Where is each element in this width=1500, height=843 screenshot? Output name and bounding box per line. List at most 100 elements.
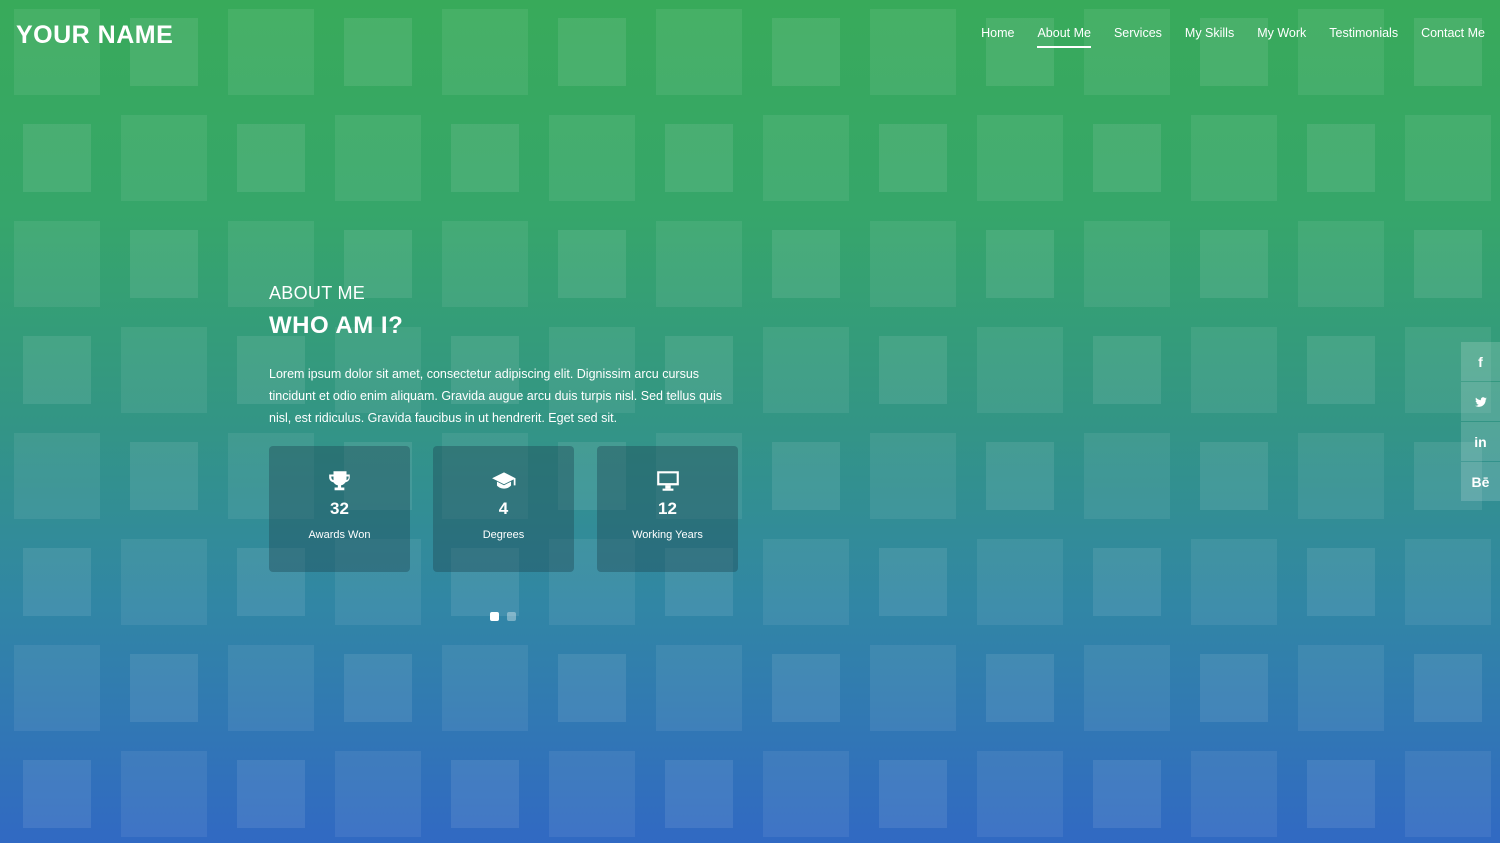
background-tile xyxy=(1200,442,1268,510)
background-tile xyxy=(1093,760,1161,828)
section-headline: WHO AM I? xyxy=(269,312,404,339)
stat-card-working-years: 12 Working Years xyxy=(597,446,738,572)
background-tile xyxy=(1307,548,1375,616)
background-tile xyxy=(1191,751,1277,837)
background-tile xyxy=(344,18,412,86)
background-tile xyxy=(763,327,849,413)
background-tile xyxy=(870,9,956,95)
background-tile xyxy=(442,645,528,731)
background-tile xyxy=(665,760,733,828)
background-tile xyxy=(335,115,421,201)
background-tile xyxy=(986,230,1054,298)
background-tile xyxy=(763,115,849,201)
background-tile xyxy=(1084,645,1170,731)
nav-contact-me[interactable]: Contact Me xyxy=(1421,24,1485,48)
background-tile xyxy=(1200,230,1268,298)
background-tile xyxy=(23,336,91,404)
background-tile xyxy=(1084,221,1170,307)
slider-dot-2[interactable] xyxy=(507,612,516,621)
linkedin-icon[interactable]: in xyxy=(1461,422,1500,461)
background-tile xyxy=(879,548,947,616)
background-tile xyxy=(772,18,840,86)
background-tile xyxy=(130,654,198,722)
background-tile xyxy=(23,124,91,192)
background-tile xyxy=(335,751,421,837)
about-section: ABOUT ME WHO AM I? Lorem ipsum dolor sit… xyxy=(269,282,749,429)
background-tile xyxy=(1298,433,1384,519)
background-tile xyxy=(1414,654,1482,722)
background-tile xyxy=(977,751,1063,837)
background-tile xyxy=(121,115,207,201)
background-tile xyxy=(549,751,635,837)
background-tile xyxy=(121,751,207,837)
background-tile xyxy=(228,645,314,731)
background-tile xyxy=(228,9,314,95)
background-tile xyxy=(1191,327,1277,413)
background-tile xyxy=(1298,645,1384,731)
background-tile xyxy=(14,645,100,731)
twitter-bird-glyph xyxy=(1474,396,1487,407)
nav-my-skills[interactable]: My Skills xyxy=(1185,24,1234,48)
background-tile xyxy=(879,124,947,192)
nav-testimonials[interactable]: Testimonials xyxy=(1329,24,1398,48)
background-tile xyxy=(549,115,635,201)
background-tile xyxy=(451,760,519,828)
background-tile xyxy=(14,433,100,519)
background-tile xyxy=(656,645,742,731)
background-tile xyxy=(665,124,733,192)
stat-number-degrees: 4 xyxy=(498,499,509,518)
background-tile xyxy=(451,124,519,192)
nav-services[interactable]: Services xyxy=(1114,24,1162,48)
background-tile xyxy=(121,327,207,413)
background-tile xyxy=(1405,115,1491,201)
background-tile xyxy=(1093,336,1161,404)
background-tile xyxy=(772,230,840,298)
facebook-icon[interactable]: f xyxy=(1461,342,1500,381)
background-tile xyxy=(1405,751,1491,837)
stat-number-working-years: 12 xyxy=(658,499,677,518)
about-text: Lorem ipsum dolor sit amet, consectetur … xyxy=(269,367,723,425)
site-logo[interactable]: YOUR NAME xyxy=(16,20,173,50)
background-tile xyxy=(986,654,1054,722)
stat-card-degrees: 4 Degrees xyxy=(433,446,574,572)
desktop-monitor-icon xyxy=(656,471,679,491)
background-tile xyxy=(656,9,742,95)
background-tile xyxy=(763,751,849,837)
background-tile xyxy=(1191,115,1277,201)
twitter-icon[interactable] xyxy=(1461,382,1500,421)
background-tile xyxy=(442,9,528,95)
background-tile xyxy=(977,327,1063,413)
background-tile xyxy=(1307,760,1375,828)
background-tile xyxy=(1084,433,1170,519)
background-tile xyxy=(130,230,198,298)
stat-label-awards: Awards Won xyxy=(308,529,371,541)
background-tile xyxy=(879,760,947,828)
background-tile-pattern xyxy=(0,0,1500,843)
stat-number-awards: 32 xyxy=(330,499,349,518)
background-tile xyxy=(1093,124,1161,192)
social-sidebar: f in Bē xyxy=(1461,342,1500,502)
background-tile xyxy=(879,336,947,404)
background-tile xyxy=(772,654,840,722)
stat-label-degrees: Degrees xyxy=(482,529,525,541)
background-tile xyxy=(558,18,626,86)
background-tile xyxy=(130,442,198,510)
background-tile xyxy=(1200,654,1268,722)
nav-my-work[interactable]: My Work xyxy=(1257,24,1306,48)
nav-home[interactable]: Home xyxy=(981,24,1014,48)
background-tile xyxy=(558,654,626,722)
background-tile xyxy=(1093,548,1161,616)
background-tile xyxy=(1414,230,1482,298)
graduation-cap-icon xyxy=(491,472,515,489)
background-tile xyxy=(1307,336,1375,404)
background-tile xyxy=(14,221,100,307)
nav-about-me[interactable]: About Me xyxy=(1037,24,1091,48)
slider-dot-1[interactable] xyxy=(490,612,499,621)
section-eyebrow: ABOUT ME xyxy=(269,283,366,303)
behance-icon[interactable]: Bē xyxy=(1461,462,1500,501)
background-tile xyxy=(1084,9,1170,95)
background-tile xyxy=(763,539,849,625)
stat-label-working-years: Working Years xyxy=(632,529,703,541)
background-tile xyxy=(237,760,305,828)
background-tile xyxy=(986,442,1054,510)
